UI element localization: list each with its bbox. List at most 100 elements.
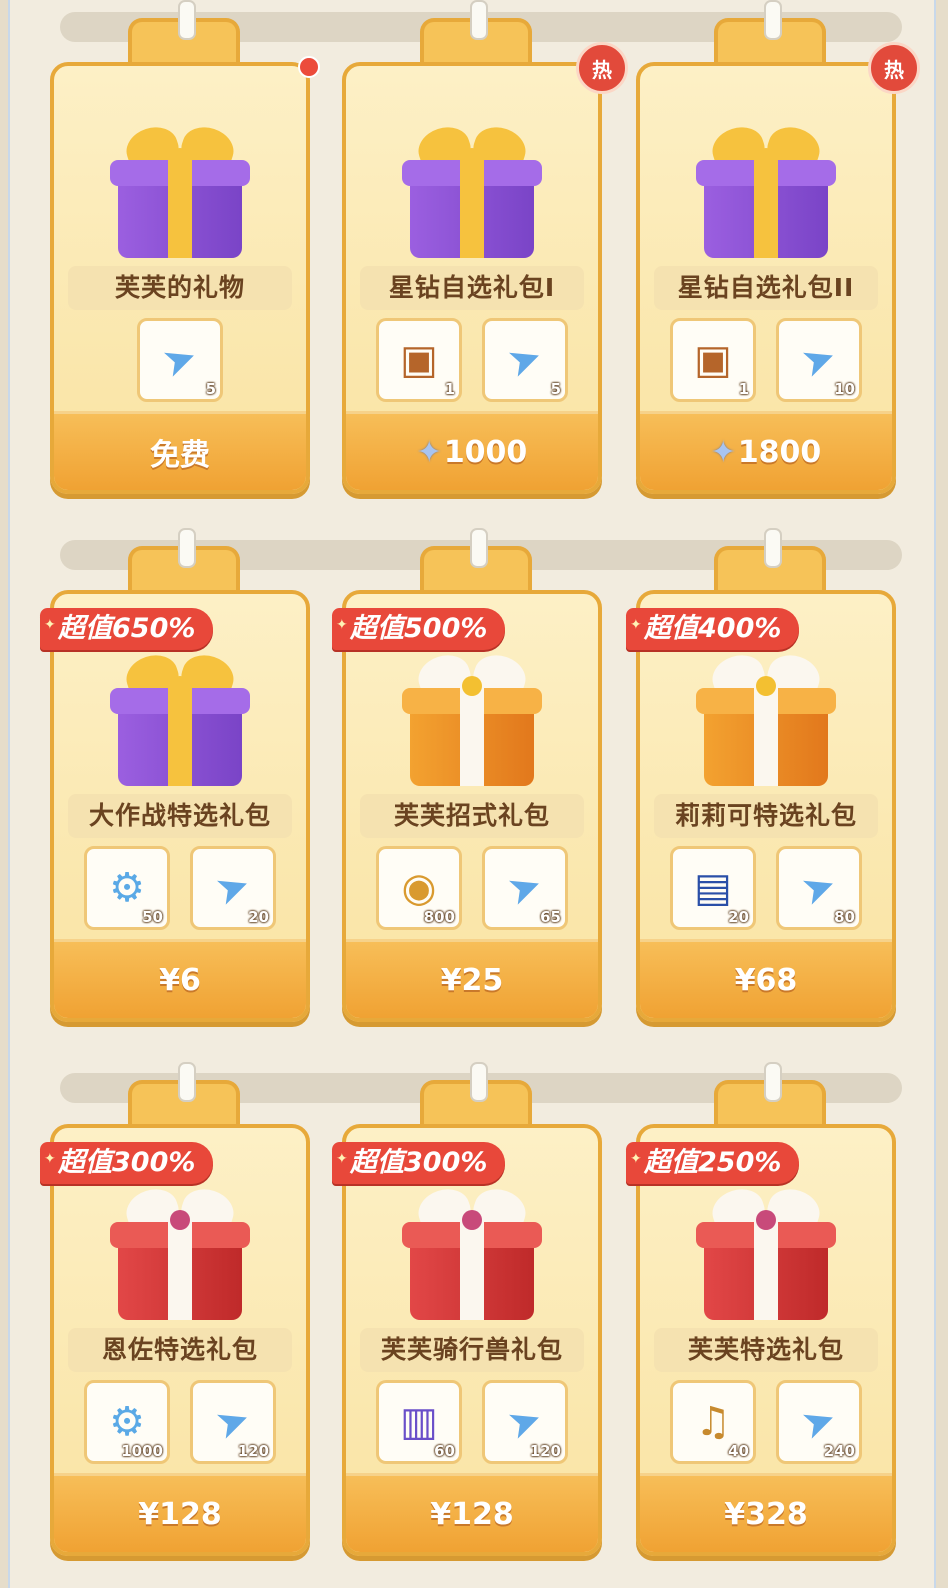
gift-card-title: 恩佐特选礼包	[68, 1328, 292, 1372]
reward-item[interactable]: ➤ 5	[482, 318, 568, 402]
gift-card-title: 芙芙的礼物	[68, 266, 292, 310]
price-label: ¥328	[724, 1496, 808, 1532]
value-ribbon: 超值300% ✦	[332, 1142, 506, 1184]
reward-item[interactable]: ▣ 1	[670, 318, 756, 402]
price-button[interactable]: ¥6	[54, 939, 306, 1018]
gift-card-title: 芙芙骑行兽礼包	[360, 1328, 584, 1372]
gift-card[interactable]: 星钻自选礼包II ▣ 1 ➤ 10 ✦ 1800	[636, 62, 896, 494]
gift-card[interactable]: 超值650% ✦ 大作战特选礼包 ⚙ 50 ➤ 20 ¥6	[40, 590, 310, 1022]
price-button[interactable]: ¥68	[640, 939, 892, 1018]
paper-plane-icon: ➤	[209, 1394, 257, 1450]
treasure-chest-icon: ▣	[694, 337, 732, 383]
purple-gift-icon	[696, 120, 836, 264]
price-button[interactable]: ✦ 1000	[346, 411, 598, 490]
price-button[interactable]: ¥328	[640, 1473, 892, 1552]
price-label: ¥25	[440, 962, 504, 998]
reward-quantity: 40	[728, 1442, 749, 1460]
gift-card[interactable]: 超值300% ✦ 芙芙骑行兽礼包 ▥ 60 ➤ 120 ¥128	[332, 1124, 602, 1556]
price-button[interactable]: ✦ 1800	[640, 411, 892, 490]
sparkle-icon: ✦	[630, 1151, 642, 1167]
value-ribbon: 超值500% ✦	[332, 608, 506, 650]
hanger-hook	[178, 528, 196, 568]
red-gift-icon	[402, 1182, 542, 1326]
red-gift-icon	[696, 1182, 836, 1326]
gift-item-list: ▣ 1 ➤ 10	[640, 318, 892, 402]
reward-quantity: 80	[834, 908, 855, 926]
hot-badge: 热	[576, 42, 628, 94]
reward-item[interactable]: ➤ 10	[776, 318, 862, 402]
paper-plane-icon: ➤	[795, 332, 843, 388]
notification-dot	[298, 56, 320, 78]
paper-plane-icon: ➤	[795, 860, 843, 916]
reward-item[interactable]: ➤ 80	[776, 846, 862, 930]
price-label: ¥128	[138, 1496, 222, 1532]
sparkle-icon: ✦	[336, 617, 348, 633]
value-ribbon-label: 超值250%	[644, 1147, 782, 1178]
paper-plane-icon: ➤	[156, 332, 204, 388]
reward-item[interactable]: ➤ 65	[482, 846, 568, 930]
reward-quantity: 1000	[121, 1442, 163, 1460]
value-ribbon-label: 超值650%	[58, 613, 196, 644]
price-button[interactable]: ¥25	[346, 939, 598, 1018]
price-label: 1000	[443, 434, 528, 470]
gift-card[interactable]: 超值400% ✦ 莉莉可特选礼包 ▤ 20 ➤ 80 ¥68	[626, 590, 896, 1022]
price-button[interactable]: ¥128	[54, 1473, 306, 1552]
gift-item-list: ▣ 1 ➤ 5	[346, 318, 598, 402]
gift-card-title: 芙芙招式礼包	[360, 794, 584, 838]
purple-gift-icon	[110, 120, 250, 264]
reward-item[interactable]: ⚙ 50	[84, 846, 170, 930]
reward-quantity: 20	[248, 908, 269, 926]
skill-card-icon: ▤	[694, 865, 732, 911]
reward-item[interactable]: ▤ 20	[670, 846, 756, 930]
reward-quantity: 5	[550, 380, 561, 398]
hanger-hook	[470, 528, 488, 568]
gift-card-title: 大作战特选礼包	[68, 794, 292, 838]
energy-core-icon: ⚙	[109, 865, 145, 911]
reward-item[interactable]: ◉ 800	[376, 846, 462, 930]
reward-item[interactable]: ➤ 120	[190, 1380, 276, 1464]
gift-card[interactable]: 超值250% ✦ 芙芙特选礼包 ♫ 40 ➤ 240 ¥328	[626, 1124, 896, 1556]
gift-card[interactable]: 超值300% ✦ 恩佐特选礼包 ⚙ 1000 ➤ 120 ¥128	[40, 1124, 310, 1556]
price-button[interactable]: 免费	[54, 411, 306, 490]
value-ribbon: 超值250% ✦	[626, 1142, 800, 1184]
reward-quantity: 120	[529, 1442, 561, 1460]
gift-card[interactable]: 芙芙的礼物 ➤ 5 免费	[50, 62, 310, 494]
value-ribbon: 超值300% ✦	[40, 1142, 214, 1184]
reward-item[interactable]: ▣ 1	[376, 318, 462, 402]
reward-quantity: 60	[434, 1442, 455, 1460]
reward-quantity: 10	[834, 380, 855, 398]
orange-gift-icon	[402, 648, 542, 792]
reward-item[interactable]: ⚙ 1000	[84, 1380, 170, 1464]
paper-plane-icon: ➤	[795, 1394, 843, 1450]
reward-quantity: 1	[738, 380, 749, 398]
value-ribbon-label: 超值300%	[58, 1147, 196, 1178]
reward-item[interactable]: ▥ 60	[376, 1380, 462, 1464]
red-gift-icon	[110, 1182, 250, 1326]
sparkle-icon: ✦	[630, 617, 642, 633]
treasure-chest-icon: ▣	[400, 337, 438, 383]
price-label: ¥128	[430, 1496, 514, 1532]
gift-item-list: ▥ 60 ➤ 120	[346, 1380, 598, 1464]
reward-item[interactable]: ➤ 120	[482, 1380, 568, 1464]
reward-item[interactable]: ♫ 40	[670, 1380, 756, 1464]
hanger-hook	[764, 528, 782, 568]
sparkle-icon: ✦	[336, 1151, 348, 1167]
reward-item[interactable]: ➤ 5	[137, 318, 223, 402]
hanger-hook	[764, 1062, 782, 1102]
gift-card[interactable]: 星钻自选礼包I ▣ 1 ➤ 5 ✦ 1000	[342, 62, 602, 494]
reward-item[interactable]: ➤ 20	[190, 846, 276, 930]
price-button[interactable]: ¥128	[346, 1473, 598, 1552]
hanger-hook	[178, 0, 196, 40]
value-ribbon-label: 超值300%	[350, 1147, 488, 1178]
reward-item[interactable]: ➤ 240	[776, 1380, 862, 1464]
reward-quantity: 50	[142, 908, 163, 926]
hanger-hook	[470, 1062, 488, 1102]
reward-quantity: 5	[205, 380, 216, 398]
star-diamond-icon: ✦	[416, 434, 442, 470]
gift-item-list: ⚙ 50 ➤ 20	[54, 846, 306, 930]
gift-card[interactable]: 超值500% ✦ 芙芙招式礼包 ◉ 800 ➤ 65 ¥25	[332, 590, 602, 1022]
gift-card-title: 星钻自选礼包I	[360, 266, 584, 310]
orange-gift-icon	[696, 648, 836, 792]
price-label: ¥68	[734, 962, 798, 998]
hanger-hook	[764, 0, 782, 40]
